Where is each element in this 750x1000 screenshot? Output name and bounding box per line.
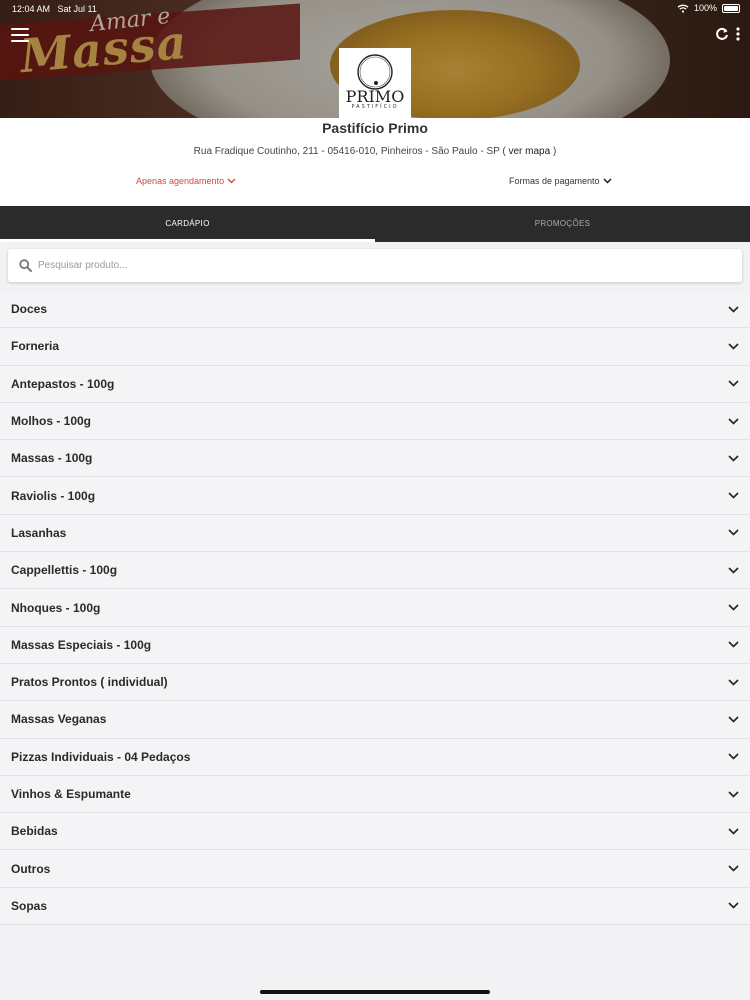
- chevron-down-icon: [728, 790, 739, 798]
- battery-percent: 100%: [693, 3, 717, 13]
- category-row[interactable]: Massas Especiais - 100g: [0, 626, 750, 664]
- category-row[interactable]: Outros: [0, 850, 750, 888]
- category-row[interactable]: Nhoques - 100g: [0, 589, 750, 627]
- search-icon: [19, 259, 32, 272]
- refresh-icon[interactable]: [714, 26, 730, 42]
- logo-ring-icon: [357, 54, 393, 90]
- category-row[interactable]: Lasanhas: [0, 514, 750, 553]
- search-bar: [8, 249, 742, 282]
- chevron-down-icon: [603, 178, 612, 184]
- status-clock: 12:04 AM: [12, 4, 51, 14]
- payment-dropdown[interactable]: Formas de pagamento: [509, 176, 612, 186]
- chevron-down-icon: [728, 306, 739, 313]
- search-input[interactable]: [38, 260, 718, 271]
- menu-icon[interactable]: [11, 28, 29, 42]
- chevron-down-icon: [227, 178, 236, 184]
- chevron-down-icon: [728, 679, 739, 686]
- category-label: Antepastos - 100g: [11, 376, 115, 391]
- category-label: Massas Veganas: [11, 712, 107, 727]
- category-row[interactable]: Bebidas: [0, 813, 750, 851]
- chevron-down-icon: [728, 902, 739, 910]
- address-close: ): [552, 146, 557, 157]
- chevron-down-icon: [728, 380, 739, 387]
- wifi-icon: [677, 4, 689, 13]
- logo-brand: PRIMO: [345, 87, 405, 106]
- chevron-down-icon: [728, 529, 739, 537]
- tab-bar: CARDÁPIO PROMOÇÕES: [0, 206, 750, 242]
- category-list: Doces Forneria Antepastos - 100g Molhos - 1…: [0, 291, 750, 926]
- category-row[interactable]: Pratos Prontos ( individual): [0, 663, 750, 702]
- category-label: Outros: [11, 861, 51, 876]
- chevron-down-icon: [728, 828, 739, 835]
- home-indicator: [260, 990, 490, 994]
- store-logo: PRIMO PASTIFÍCIO: [339, 48, 411, 124]
- category-row[interactable]: Pizzas Individuais - 04 Pedaços: [0, 738, 750, 776]
- category-row[interactable]: Cappellettis - 100g: [0, 552, 750, 590]
- tab-promocoes[interactable]: PROMOÇÕES: [375, 206, 750, 242]
- status-time: 12:04 AM Sat Jul 11: [12, 4, 97, 14]
- status-date: Sat Jul 11: [57, 4, 97, 14]
- chevron-down-icon: [728, 641, 739, 648]
- store-name: Pastifício Primo: [322, 120, 428, 136]
- status-bar: 12:04 AM Sat Jul 11 100%: [0, 0, 750, 18]
- schedule-dropdown[interactable]: Apenas agendamento: [136, 176, 236, 186]
- store-info: Pastifício Primo Rua Fradique Coutinho, …: [0, 118, 750, 206]
- category-row[interactable]: Massas Veganas: [0, 701, 750, 739]
- chevron-down-icon: [728, 455, 739, 462]
- category-label: Massas - 100g: [11, 451, 93, 466]
- chevron-down-icon: [728, 492, 739, 499]
- chevron-down-icon: [728, 716, 739, 723]
- category-label: Forneria: [11, 339, 60, 354]
- category-row[interactable]: Raviolis - 100g: [0, 477, 750, 515]
- schedule-label: Apenas agendamento: [136, 176, 225, 186]
- category-label: Pizzas Individuais - 04 Pedaços: [11, 749, 191, 764]
- chevron-down-icon: [728, 753, 739, 760]
- chevron-down-icon: [728, 604, 739, 611]
- battery-icon: [722, 3, 740, 13]
- category-label: Lasanhas: [11, 525, 67, 540]
- category-row[interactable]: Sopas: [0, 887, 750, 926]
- category-label: Nhoques - 100g: [11, 600, 101, 615]
- chevron-down-icon: [728, 417, 739, 425]
- category-label: Sopas: [11, 898, 48, 913]
- category-label: Molhos - 100g: [11, 414, 92, 429]
- store-address: Rua Fradique Coutinho, 211 - 05416-010, …: [0, 146, 750, 157]
- category-row[interactable]: Massas - 100g: [0, 440, 750, 478]
- chevron-down-icon: [728, 865, 739, 872]
- tab-cardapio[interactable]: CARDÁPIO: [0, 206, 375, 242]
- payment-label: Formas de pagamento: [509, 176, 600, 186]
- category-label: Doces: [11, 302, 48, 317]
- status-right: 100%: [677, 3, 740, 13]
- category-label: Bebidas: [11, 824, 58, 839]
- category-row[interactable]: Forneria: [0, 328, 750, 366]
- category-row[interactable]: Doces: [0, 291, 750, 329]
- category-row[interactable]: Vinhos & Espumante: [0, 775, 750, 814]
- category-label: Vinhos & Espumante: [11, 787, 131, 801]
- address-text: Rua Fradique Coutinho, 211 - 05416-010, …: [193, 146, 506, 157]
- category-row[interactable]: Molhos - 100g: [0, 402, 750, 441]
- map-link[interactable]: ver mapa: [506, 146, 553, 157]
- chevron-down-icon: [728, 343, 739, 350]
- category-label: Cappellettis - 100g: [11, 563, 118, 578]
- category-label: Massas Especiais - 100g: [11, 637, 152, 652]
- chevron-down-icon: [728, 567, 739, 574]
- category-row[interactable]: Antepastos - 100g: [0, 365, 750, 403]
- category-label: Pratos Prontos ( individual): [11, 675, 168, 690]
- category-label: Raviolis - 100g: [11, 488, 96, 503]
- more-vertical-icon[interactable]: [734, 26, 742, 42]
